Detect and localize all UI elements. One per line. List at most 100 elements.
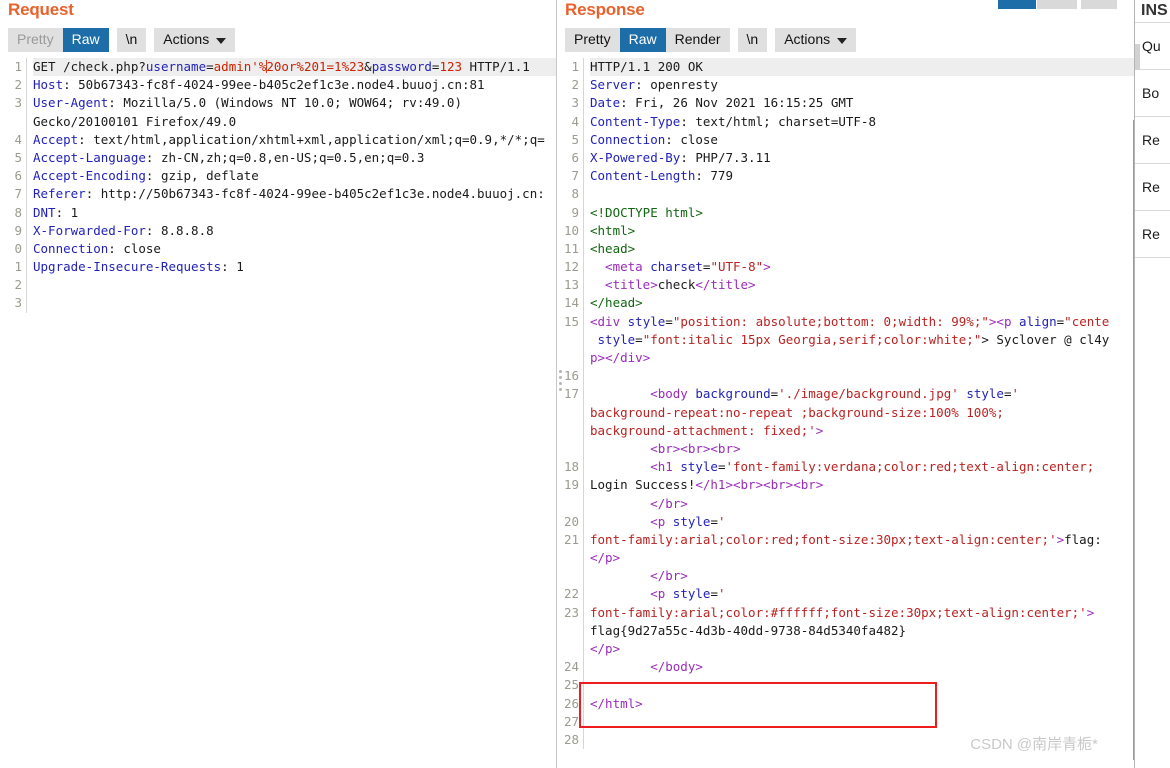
- code-token: style: [672, 513, 711, 529]
- code-token: </p>: [590, 550, 621, 566]
- code-line: DNT: 1: [33, 204, 556, 222]
- code-token: =: [665, 313, 673, 329]
- code-line: Gecko/20100101 Firefox/49.0: [33, 113, 556, 131]
- request-code-area[interactable]: 123 4567890123 GET /check.php?username=a…: [0, 57, 556, 760]
- code-token: : 779: [695, 168, 733, 184]
- response-code-area[interactable]: 1 2 3 4 5 6 7 8 9 10 11 12 13 14 15 16 17 18 19 20 21 22 2…: [557, 57, 1134, 760]
- line-number: [557, 495, 579, 513]
- code-token: align: [1019, 313, 1057, 329]
- code-token: style: [672, 586, 711, 602]
- code-line: <head>: [590, 240, 1134, 258]
- line-number: 0: [14, 240, 22, 256]
- request-view-tabgroup: Pretty Raw: [8, 28, 109, 52]
- line-number: 3: [14, 295, 22, 311]
- code-token: =: [635, 331, 643, 347]
- code-token: : PHP/7.3.11: [680, 149, 771, 165]
- code-token: : close: [665, 131, 718, 147]
- tab-response-render[interactable]: Render: [665, 28, 730, 52]
- code-line: <p style=': [590, 585, 1134, 603]
- code-token: Gecko/20100101 Firefox/49.0: [33, 113, 237, 129]
- line-number: 9: [14, 222, 22, 238]
- code-line: Connection: close: [590, 131, 1134, 149]
- code-token: <p: [590, 513, 673, 529]
- chevron-down-icon: [216, 37, 227, 44]
- response-raw-text[interactable]: HTTP/1.1 200 OK Server: openresty Date: Fr…: [584, 58, 1134, 749]
- code-token: <div: [590, 313, 628, 329]
- line-number: 5: [571, 131, 579, 147]
- code-token: >: [763, 259, 771, 275]
- line-number: 2: [14, 77, 22, 93]
- code-token: ': [717, 513, 726, 529]
- line-number: 7: [14, 186, 22, 202]
- tab-response-raw[interactable]: Raw: [619, 28, 666, 52]
- line-number: 19: [563, 477, 579, 493]
- inspector-bottom-divider: [1135, 257, 1170, 298]
- response-newline-toggle[interactable]: \n: [737, 28, 768, 52]
- line-number: 7: [571, 168, 579, 184]
- code-token: 20or%201=1%23: [266, 59, 365, 74]
- code-token: </body>: [590, 659, 703, 675]
- code-line: <h1 style='font-family:verdana;color:red…: [590, 458, 1134, 476]
- code-token: : 50b67343-fc8f-4024-99ee-b405c2ef1c3e.n…: [63, 77, 485, 93]
- response-actions-button[interactable]: Actions: [775, 28, 857, 52]
- code-line: <title>check</title>: [590, 276, 1134, 294]
- code-token: Accept-Encoding: [33, 168, 146, 184]
- code-token: Accept-Language: [33, 149, 146, 165]
- inspector-item-response-headers[interactable]: Re: [1135, 210, 1170, 257]
- code-line: Accept: text/html,application/xhtml+xml,…: [33, 131, 556, 149]
- code-token: <head>: [590, 240, 636, 256]
- code-token: : 1: [221, 259, 244, 275]
- inspector-item-body-parameters[interactable]: Bo: [1135, 69, 1170, 116]
- line-number: [557, 567, 579, 585]
- line-number: 13: [563, 277, 579, 293]
- code-line: <html>: [590, 222, 1134, 240]
- code-token: </p>: [590, 641, 621, 656]
- code-line: Accept-Encoding: gzip, deflate: [33, 167, 556, 185]
- request-actions-label: Actions: [163, 31, 210, 47]
- line-number: 4: [14, 131, 22, 147]
- panel-scroll-handle[interactable]: [1135, 44, 1140, 70]
- tab-response-pretty[interactable]: Pretty: [565, 28, 620, 52]
- code-line: Login Success!</h1><br><br><br>: [590, 476, 1134, 494]
- code-token: : 8.8.8.8: [145, 222, 214, 238]
- code-token: HTTP/1.1: [462, 59, 530, 74]
- inspector-item-request-cookies[interactable]: Re: [1135, 116, 1170, 163]
- tab-request-pretty[interactable]: Pretty: [8, 28, 63, 52]
- code-token: flag:: [1064, 531, 1102, 547]
- top-button-2[interactable]: [1037, 0, 1077, 9]
- line-number: [557, 404, 579, 422]
- line-number: 24: [563, 659, 579, 675]
- inspector-item-request-headers[interactable]: Re: [1135, 163, 1170, 210]
- code-token: font-family:arial;color:red;font-size:30…: [590, 531, 1057, 547]
- code-token: style: [597, 331, 636, 347]
- fold-marker-icon[interactable]: [559, 370, 563, 392]
- code-token: ': [717, 586, 726, 602]
- code-token: </html>: [590, 695, 643, 711]
- response-top-button-group[interactable]: [998, 0, 1134, 9]
- code-line: </p>: [590, 640, 1134, 658]
- line-number: 6: [14, 168, 22, 184]
- code-token: font-family:arial;color:#ffffff;font-siz…: [590, 604, 1087, 620]
- code-token: </br>: [590, 495, 688, 511]
- code-token: background: [695, 386, 771, 402]
- request-raw-text[interactable]: GET /check.php?username=admin'%20or%201=…: [27, 58, 556, 313]
- top-button-active[interactable]: [998, 0, 1036, 9]
- code-token: : gzip, deflate: [145, 168, 259, 184]
- request-actions-button[interactable]: Actions: [154, 28, 236, 52]
- code-token: 'font-family:verdana;color:red;text-alig…: [725, 459, 1095, 475]
- inspector-item-query-parameters[interactable]: Qu: [1135, 22, 1170, 69]
- request-newline-toggle[interactable]: \n: [116, 28, 147, 52]
- line-number: 25: [563, 677, 579, 693]
- code-line: Connection: close: [33, 240, 556, 258]
- code-token: GET /check.php?: [33, 59, 146, 74]
- line-number: 1: [14, 59, 22, 74]
- top-button-3[interactable]: [1081, 0, 1117, 9]
- tab-request-raw[interactable]: Raw: [62, 28, 109, 52]
- response-toolbar: Pretty Raw Render \n Actions: [557, 24, 1134, 57]
- code-line: </head>: [590, 294, 1134, 312]
- code-token: p>: [590, 350, 606, 365]
- code-line: GET /check.php?username=admin'%20or%201=…: [33, 58, 556, 77]
